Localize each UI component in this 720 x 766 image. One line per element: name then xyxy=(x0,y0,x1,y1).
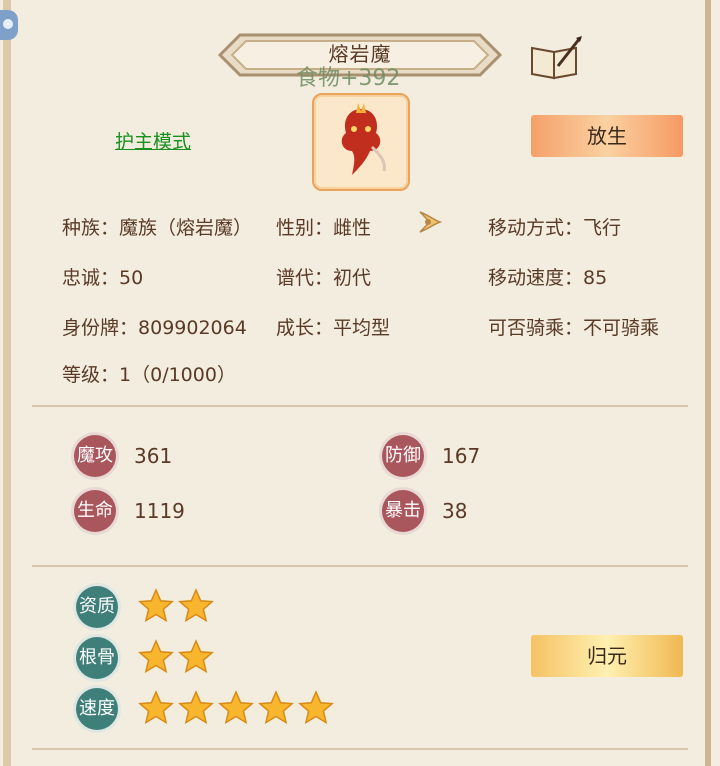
rideable-row: 可否骑乘：不可骑乘 xyxy=(488,313,659,340)
speed-badge: 速度 xyxy=(76,688,118,730)
magic-attack-badge: 魔攻 xyxy=(74,435,116,477)
loyalty-value: 50 xyxy=(119,267,144,289)
release-button[interactable]: 放生 xyxy=(531,115,683,157)
gender-row: 性别：雌性 xyxy=(276,213,371,240)
star-icon xyxy=(217,690,255,725)
pet-portrait[interactable] xyxy=(312,93,410,191)
divider xyxy=(32,748,688,750)
reset-button[interactable]: 归元 xyxy=(531,635,683,677)
speed-stars xyxy=(137,690,338,728)
generation-value: 初代 xyxy=(333,267,372,289)
gender-switch-arrow-icon[interactable] xyxy=(416,210,444,234)
rideable-label: 可否骑乘： xyxy=(488,317,584,339)
generation-row: 谱代：初代 xyxy=(276,263,371,290)
move-method-value: 飞行 xyxy=(583,217,622,239)
bone-badge: 根骨 xyxy=(76,637,118,679)
magic-attack-value: 361 xyxy=(134,444,173,468)
rideable-value: 不可骑乘 xyxy=(583,317,660,339)
talent-badge: 资质 xyxy=(76,586,118,628)
loyalty-label: 忠诚： xyxy=(62,267,120,289)
talent-stars xyxy=(137,588,218,626)
id-label: 身份牌： xyxy=(62,317,139,339)
star-icon xyxy=(137,588,175,623)
defense-badge: 防御 xyxy=(382,435,424,477)
crit-value: 38 xyxy=(442,499,468,523)
race-label: 种族： xyxy=(62,217,120,239)
food-bonus-text: 食物+392 xyxy=(296,66,401,91)
move-speed-label: 移动速度： xyxy=(488,267,584,289)
defense-value: 167 xyxy=(442,444,481,468)
bone-stars xyxy=(137,639,218,677)
growth-value: 平均型 xyxy=(333,317,391,339)
move-speed-row: 移动速度：85 xyxy=(488,263,607,290)
hp-badge: 生命 xyxy=(74,490,116,532)
id-value: 809902064 xyxy=(138,317,247,339)
growth-row: 成长：平均型 xyxy=(276,313,390,340)
generation-label: 谱代： xyxy=(276,267,334,289)
crit-badge: 暴击 xyxy=(382,490,424,532)
race-value: 魔族（熔岩魔） xyxy=(119,217,253,239)
level-label: 等级： xyxy=(62,364,120,386)
level-value: 1（0/1000） xyxy=(119,364,236,386)
guard-mode-link[interactable]: 护主模式 xyxy=(115,127,191,154)
move-method-row: 移动方式：飞行 xyxy=(488,213,621,240)
move-method-label: 移动方式： xyxy=(488,217,584,239)
divider xyxy=(32,405,688,407)
star-icon xyxy=(137,690,175,725)
hp-value: 1119 xyxy=(134,499,185,523)
star-icon xyxy=(297,690,335,725)
star-icon xyxy=(177,690,215,725)
level-row: 等级：1（0/1000） xyxy=(62,360,236,387)
move-speed-value: 85 xyxy=(583,267,608,289)
star-icon xyxy=(257,690,295,725)
id-row: 身份牌：809902064 xyxy=(62,313,247,340)
gender-value: 雌性 xyxy=(333,217,372,239)
star-icon xyxy=(137,639,175,674)
loyalty-row: 忠诚：50 xyxy=(62,263,143,290)
star-icon xyxy=(177,588,215,623)
lava-demon-icon xyxy=(341,103,386,175)
race-row: 种族：魔族（熔岩魔） xyxy=(62,213,252,240)
book-quill-icon[interactable] xyxy=(528,34,584,80)
star-icon xyxy=(177,639,215,674)
side-gem-icon[interactable] xyxy=(0,10,18,40)
growth-label: 成长： xyxy=(276,317,334,339)
gender-label: 性别： xyxy=(276,217,334,239)
divider xyxy=(32,565,688,567)
